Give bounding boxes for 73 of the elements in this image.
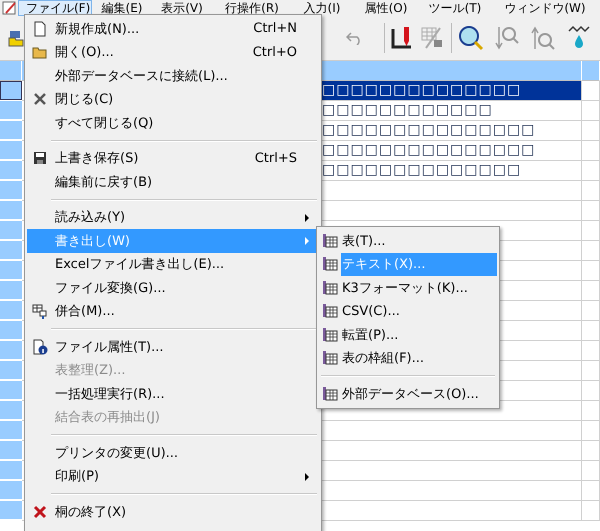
- table-cell: □□□□□□□□□□□□□□□: [322, 121, 582, 141]
- table-cell: [582, 301, 600, 321]
- menu-bar-item[interactable]: 行操作(R): [212, 0, 292, 16]
- menu-item[interactable]: 併合(M)...: [27, 300, 319, 323]
- menu-item[interactable]: 閉じる(C): [27, 88, 319, 111]
- menu-item[interactable]: Excelファイル書き出し(E)...: [27, 252, 319, 276]
- table-cell: [582, 321, 600, 341]
- row-header[interactable]: [0, 81, 22, 100]
- table-cell: [582, 101, 600, 121]
- menu-item[interactable]: 桐の終了(X): [27, 500, 319, 524]
- table-cell: [582, 361, 600, 381]
- info-document-icon: [32, 338, 48, 355]
- table-cell: [582, 441, 600, 461]
- table-icon: [322, 280, 338, 296]
- table-cell: [582, 281, 600, 301]
- table-cell: [582, 341, 600, 361]
- table-cell: [582, 381, 600, 401]
- menu-item[interactable]: プリンタの変更(U)...: [27, 441, 319, 464]
- menu-item[interactable]: 新規作成(N)... Ctrl+N: [27, 17, 319, 40]
- table-cell: [582, 121, 600, 141]
- menu-item[interactable]: 印刷(P): [27, 464, 319, 488]
- table-cell: [582, 461, 600, 481]
- table-cell: [582, 201, 600, 221]
- menu-bar-item[interactable]: 属性(O): [352, 0, 420, 16]
- menu-item[interactable]: 編集前に戻す(B): [27, 170, 319, 194]
- menu-bar-item[interactable]: 表示(V): [152, 0, 212, 16]
- menu-item[interactable]: 開く(O)... Ctrl+O: [27, 40, 319, 64]
- menu-item[interactable]: すべて閉じる(Q): [27, 111, 319, 134]
- table-cell: [582, 241, 600, 261]
- menu-item[interactable]: 表の枠組(F)...: [319, 346, 497, 370]
- table-cell: [582, 81, 600, 101]
- table-cell: □□□□□□□□□□□□: [322, 101, 582, 121]
- menu-item[interactable]: 外部データベース(O)...: [319, 382, 497, 406]
- menu-item[interactable]: 読み込み(Y): [27, 206, 319, 229]
- table-icon: [322, 386, 338, 402]
- table-cell: [582, 421, 600, 441]
- table-icon: [322, 326, 338, 343]
- table-cell: [582, 481, 600, 501]
- menu-item[interactable]: K3フォーマット(K)...: [319, 276, 497, 300]
- menu-item[interactable]: 転置(P)...: [319, 323, 497, 346]
- table-cell: [582, 181, 600, 201]
- menu-bar-item[interactable]: 編集(E): [92, 0, 152, 16]
- page-icon: [32, 20, 48, 37]
- search-icon[interactable]: [456, 23, 486, 53]
- close-icon: [32, 91, 48, 108]
- menu-item[interactable]: CSV(C)...: [319, 300, 497, 323]
- menu-bar-item[interactable]: ウィンドウ(W): [490, 0, 600, 16]
- table-cell: [582, 501, 600, 521]
- table-cell: [582, 161, 600, 181]
- menu-item[interactable]: ファイル変換(G)...: [27, 276, 319, 300]
- table-cell: [582, 141, 600, 161]
- table-icon: [322, 256, 338, 272]
- floppy-icon: [32, 150, 48, 166]
- table-icon: [322, 232, 338, 249]
- table-icon: [322, 350, 338, 366]
- table-cell: [582, 401, 600, 421]
- table-cell: [582, 261, 600, 281]
- exit-icon: [32, 504, 48, 520]
- menu-item[interactable]: 上書き保存(S) Ctrl+S: [27, 146, 319, 170]
- menu-item[interactable]: ファイル属性(T)...: [27, 335, 319, 358]
- menu-item[interactable]: 表(T)...: [319, 229, 497, 252]
- menu-item[interactable]: 外部データベースに接続(L)...: [27, 64, 319, 88]
- app-icon: [2, 1, 18, 15]
- table-cell: □□□□□□□□□□□□□□: [322, 161, 582, 181]
- menu-item[interactable]: 一括処理実行(R)...: [27, 382, 319, 406]
- menu-bar-item[interactable]: ツール(T): [420, 0, 490, 16]
- menu-bar-item[interactable]: 入力(I): [292, 0, 352, 16]
- table-cell: □□□□□□□□□□□□□□□: [322, 141, 582, 161]
- table-cell: [582, 221, 600, 241]
- table-icon: [322, 303, 338, 320]
- grid-icon: [32, 303, 48, 320]
- corner-cell: [0, 61, 22, 81]
- table-cell: □□□□□□□□□□□□□□: [322, 81, 582, 101]
